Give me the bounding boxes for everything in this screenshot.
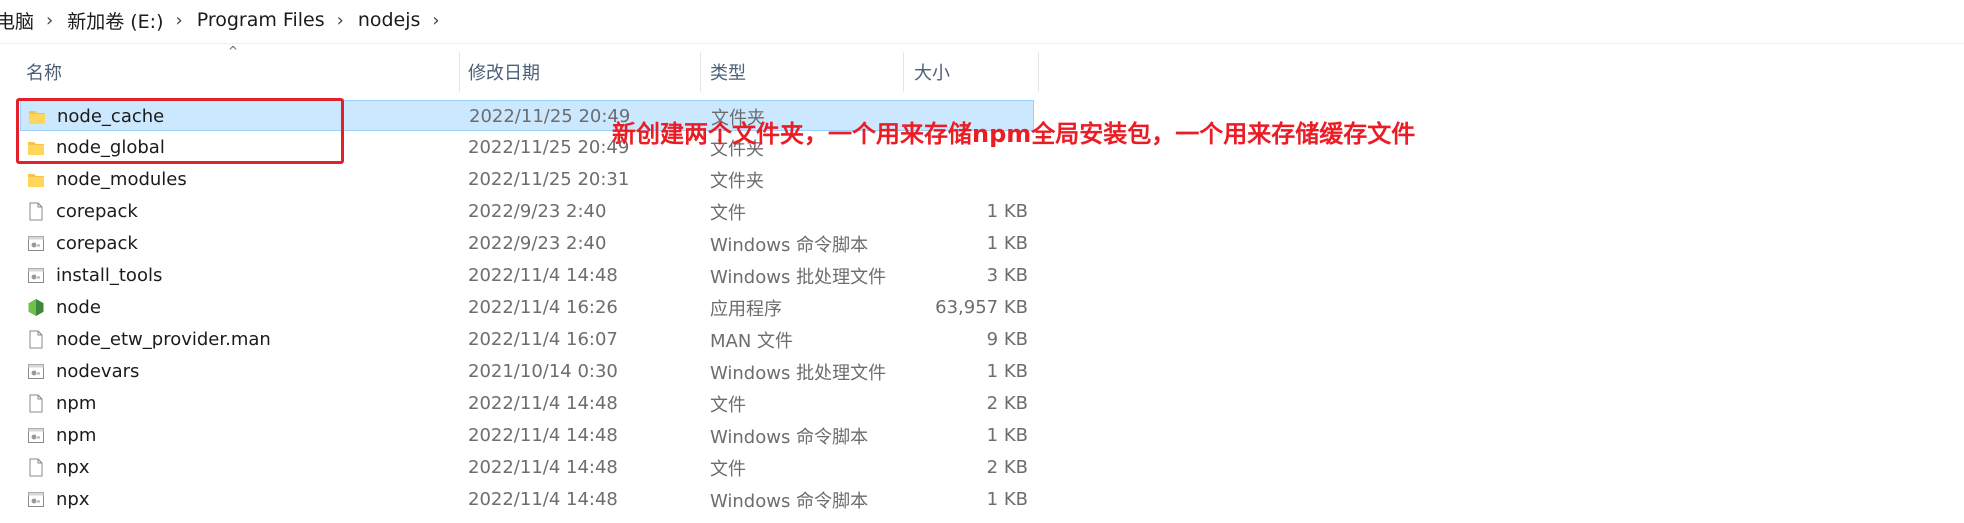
file-name: node_modules (56, 169, 187, 190)
file-type: Windows 命令脚本 (710, 426, 869, 448)
file-row[interactable]: npx 2022/11/4 14:48 文件 2 KB (20, 452, 1034, 483)
file-type: 应用程序 (710, 298, 782, 320)
file-row[interactable]: corepack 2022/9/23 2:40 文件 1 KB (20, 196, 1034, 227)
file-modified-date: 2022/11/4 14:48 (468, 425, 618, 446)
file-row[interactable]: npm 2022/11/4 14:48 Windows 命令脚本 1 KB (20, 420, 1034, 451)
column-header-date[interactable]: 修改日期 (468, 52, 540, 92)
file-name: install_tools (56, 265, 163, 286)
file-modified-date: 2022/9/23 2:40 (468, 233, 607, 254)
file-size: 1 KB (986, 201, 1028, 222)
file-modified-date: 2022/11/4 14:48 (468, 457, 618, 478)
file-size: 2 KB (986, 457, 1028, 478)
file-modified-date: 2022/11/4 16:26 (468, 297, 618, 318)
column-resize-handle[interactable] (700, 52, 701, 92)
file-name: node_etw_provider.man (56, 329, 271, 350)
file-modified-date: 2022/11/25 20:31 (468, 169, 630, 190)
file-modified-date: 2022/11/25 20:49 (469, 106, 631, 127)
file-name: npm (56, 425, 97, 446)
script-icon (27, 426, 45, 445)
file-modified-date: 2021/10/14 0:30 (468, 361, 618, 382)
file-row[interactable]: corepack 2022/9/23 2:40 Windows 命令脚本 1 KB (20, 228, 1034, 259)
column-header-type[interactable]: 类型 (710, 52, 746, 92)
column-header-name[interactable]: 名称 (26, 52, 62, 92)
breadcrumb-program-files[interactable]: Program Files (193, 9, 329, 31)
file-size: 9 KB (986, 329, 1028, 350)
chevron-right-icon[interactable] (424, 10, 449, 31)
file-type: 文件 (710, 202, 746, 224)
file-modified-date: 2022/11/4 14:48 (468, 489, 618, 510)
column-header-row: 名称 修改日期 类型 大小 (0, 52, 1040, 92)
column-header-size[interactable]: 大小 (914, 52, 950, 92)
file-icon (27, 458, 45, 477)
file-row[interactable]: install_tools 2022/11/4 14:48 Windows 批处理文… (20, 260, 1034, 291)
file-type: Windows 命令脚本 (710, 234, 869, 256)
column-resize-handle[interactable] (459, 52, 460, 92)
file-size: 1 KB (986, 489, 1028, 510)
file-name: node_cache (57, 106, 165, 127)
file-row[interactable]: nodevars 2021/10/14 0:30 Windows 批处理文件 1 KB (20, 356, 1034, 387)
file-size: 3 KB (986, 265, 1028, 286)
file-name: node (56, 297, 101, 318)
column-resize-handle[interactable] (903, 52, 904, 92)
file-modified-date: 2022/9/23 2:40 (468, 201, 607, 222)
file-icon (27, 202, 45, 221)
file-row[interactable]: npx 2022/11/4 14:48 Windows 命令脚本 1 KB (20, 484, 1034, 515)
file-type: Windows 命令脚本 (710, 490, 869, 512)
script-icon (27, 234, 45, 253)
column-resize-handle[interactable] (1038, 52, 1039, 92)
file-size: 2 KB (986, 393, 1028, 414)
file-size: 1 KB (986, 425, 1028, 446)
file-type: Windows 批处理文件 (710, 266, 887, 288)
file-row[interactable]: node_etw_provider.man 2022/11/4 16:07 MAN … (20, 324, 1034, 355)
sort-ascending-icon: ^ (228, 44, 239, 58)
file-size: 1 KB (986, 361, 1028, 382)
file-type: 文件 (710, 394, 746, 416)
file-name: node_global (56, 137, 165, 158)
nodejs-icon (27, 298, 45, 317)
chevron-right-icon[interactable] (38, 10, 63, 31)
file-row[interactable]: npm 2022/11/4 14:48 文件 2 KB (20, 388, 1034, 419)
file-size: 1 KB (986, 233, 1028, 254)
file-modified-date: 2022/11/4 14:48 (468, 265, 618, 286)
file-type: MAN 文件 (710, 330, 794, 352)
file-size: 63,957 KB (935, 297, 1028, 318)
folder-icon (27, 138, 45, 157)
annotation-text: 新创建两个文件夹，一个用来存储npm全局安装包，一个用来存储缓存文件 (612, 120, 1416, 148)
file-modified-date: 2022/11/25 20:49 (468, 137, 630, 158)
file-type: 文件夹 (710, 170, 764, 192)
script-icon (27, 362, 45, 381)
file-name: corepack (56, 233, 138, 254)
chevron-right-icon[interactable] (329, 10, 354, 31)
folder-icon (28, 107, 46, 126)
file-row[interactable]: node 2022/11/4 16:26 应用程序 63,957 KB (20, 292, 1034, 323)
script-icon (27, 490, 45, 509)
divider (0, 43, 1964, 44)
breadcrumb: 电脑 新加卷 (E:) Program Files nodejs (0, 0, 450, 40)
file-icon (27, 394, 45, 413)
file-icon (27, 330, 45, 349)
file-row[interactable]: node_modules 2022/11/25 20:31 文件夹 (20, 164, 1034, 195)
folder-icon (27, 170, 45, 189)
file-modified-date: 2022/11/4 14:48 (468, 393, 618, 414)
breadcrumb-this-pc[interactable]: 电脑 (0, 7, 38, 34)
breadcrumb-drive-e[interactable]: 新加卷 (E:) (63, 7, 167, 34)
chevron-right-icon[interactable] (168, 10, 193, 31)
file-name: corepack (56, 201, 138, 222)
breadcrumb-nodejs[interactable]: nodejs (354, 9, 425, 31)
file-name: npx (56, 489, 90, 510)
file-modified-date: 2022/11/4 16:07 (468, 329, 618, 350)
file-type: Windows 批处理文件 (710, 362, 887, 384)
file-type: 文件 (710, 458, 746, 480)
script-icon (27, 266, 45, 285)
file-name: npx (56, 457, 90, 478)
file-name: nodevars (56, 361, 140, 382)
file-name: npm (56, 393, 97, 414)
